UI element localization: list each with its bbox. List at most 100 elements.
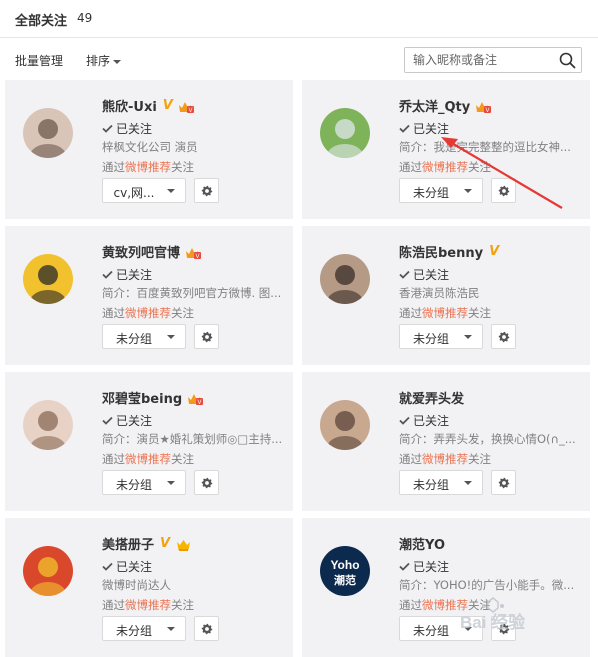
follow-source: 通过微博推荐关注 [102, 159, 194, 175]
user-name[interactable]: 潮范YO [399, 538, 445, 553]
vip-crown-icon[interactable]: V [185, 245, 202, 260]
user-name[interactable]: 乔太洋_Qty [399, 100, 470, 115]
settings-button[interactable] [194, 178, 219, 203]
follow-card: 邓碧莹being V 已关注 简介：演员★婚礼策划师◎□主持... 通过微博推荐关… [5, 372, 293, 511]
caret-down-icon [167, 481, 175, 485]
settings-button[interactable] [194, 324, 219, 349]
search-icon[interactable] [559, 52, 576, 69]
follow-status: 已关注 [102, 120, 152, 137]
follow-source: 通过微博推荐关注 [102, 305, 194, 321]
recommend-link[interactable]: 微博推荐 [125, 306, 171, 320]
follow-source: 通过微博推荐关注 [399, 305, 491, 321]
follow-source-prefix: 通过 [102, 452, 125, 466]
check-icon [102, 124, 113, 133]
follow-status: 已关注 [399, 120, 449, 137]
user-name[interactable]: 邓碧莹being [102, 392, 182, 407]
vip-crown-icon[interactable]: V [178, 99, 195, 114]
follow-source-prefix: 通过 [399, 160, 422, 174]
avatar[interactable] [23, 546, 73, 596]
avatar[interactable] [320, 400, 370, 450]
recommend-link[interactable]: 微博推荐 [422, 452, 468, 466]
group-select[interactable]: 未分组 [399, 470, 483, 495]
check-icon [102, 562, 113, 571]
user-name[interactable]: 就爱弄头发 [399, 392, 464, 407]
user-name[interactable]: 黄致列吧官博 [102, 246, 180, 261]
svg-text:V: V [196, 254, 200, 260]
vip-crown-icon[interactable]: V [475, 99, 492, 114]
name-row: 邓碧莹being V [102, 387, 204, 407]
recommend-link[interactable]: 微博推荐 [125, 598, 171, 612]
name-row: 黄致列吧官博 V [102, 241, 202, 261]
group-select[interactable]: 未分组 [102, 616, 186, 641]
verified-v-icon[interactable]: V [163, 98, 173, 113]
follow-count: 49 [77, 11, 93, 25]
sort-dropdown[interactable]: 排序 [86, 52, 122, 69]
avatar[interactable] [23, 108, 73, 158]
check-icon [399, 562, 410, 571]
follow-source-suffix: 关注 [468, 452, 491, 466]
group-select[interactable]: 未分组 [102, 470, 186, 495]
batch-manage-button[interactable]: 批量管理 [15, 52, 63, 69]
gear-icon [201, 331, 213, 343]
verified-v-icon[interactable]: V [489, 244, 499, 259]
avatar[interactable] [320, 108, 370, 158]
settings-button[interactable] [491, 470, 516, 495]
follow-source: 通过微博推荐关注 [399, 159, 491, 175]
user-name[interactable]: 熊欣-Uxi [102, 100, 157, 115]
gear-icon [201, 477, 213, 489]
follow-status-label: 已关注 [413, 268, 450, 282]
watermark: Bai 经验 [458, 596, 588, 636]
follow-status-label: 已关注 [413, 414, 450, 428]
svg-text:V: V [486, 108, 490, 114]
svg-text:Yoho: Yoho [330, 558, 359, 572]
group-select[interactable]: 未分组 [399, 178, 483, 203]
check-icon [102, 416, 113, 425]
svg-text:V: V [198, 400, 202, 406]
follow-status: 已关注 [399, 558, 449, 575]
page-title: 全部关注 [15, 14, 68, 29]
group-select[interactable]: 未分组 [102, 324, 186, 349]
follow-status-label: 已关注 [413, 122, 450, 136]
group-select-label: 未分组 [412, 332, 449, 346]
avatar[interactable] [23, 254, 73, 304]
group-select-label: 未分组 [115, 624, 152, 638]
sort-label: 排序 [86, 54, 111, 68]
vip-crown-icon[interactable]: V [187, 391, 204, 406]
gear-icon [498, 185, 510, 197]
recommend-link[interactable]: 微博推荐 [422, 160, 468, 174]
caret-down-icon [167, 627, 175, 631]
caret-down-icon [464, 335, 472, 339]
group-select[interactable]: cv,网... [102, 178, 186, 203]
verified-v-icon[interactable]: V [160, 536, 170, 551]
follow-status-label: 已关注 [116, 268, 153, 282]
follow-status-label: 已关注 [413, 560, 450, 574]
svg-text:V: V [188, 108, 192, 114]
settings-button[interactable] [491, 178, 516, 203]
follow-card: 陈浩民benny V 已关注 香港演员陈浩民 通过微博推荐关注 未分组 [302, 226, 590, 365]
settings-button[interactable] [194, 470, 219, 495]
vip-crown-icon[interactable] [175, 537, 192, 551]
follow-source-suffix: 关注 [171, 452, 194, 466]
settings-button[interactable] [491, 324, 516, 349]
follow-card: 熊欣-Uxi V V 已关注 梓枫文化公司 演员 通过微博推荐关注 cv,网... [5, 80, 293, 219]
group-select[interactable]: 未分组 [399, 324, 483, 349]
follow-source: 通过微博推荐关注 [102, 451, 194, 467]
user-name[interactable]: 美搭册子 [102, 538, 154, 553]
group-select-label: 未分组 [115, 478, 152, 492]
avatar[interactable] [320, 254, 370, 304]
follow-card: 乔太洋_Qty V 已关注 简介：我是完完整整的逗比女神... 通过微博推荐关注 … [302, 80, 590, 219]
name-row: 就爱弄头发 [399, 387, 464, 407]
group-select-label: 未分组 [115, 332, 152, 346]
recommend-link[interactable]: 微博推荐 [422, 306, 468, 320]
recommend-link[interactable]: 微博推荐 [125, 160, 171, 174]
gear-icon [498, 477, 510, 489]
search-input[interactable] [413, 51, 553, 69]
avatar[interactable]: Yoho 潮范 [320, 546, 370, 596]
recommend-link[interactable]: 微博推荐 [125, 452, 171, 466]
user-name[interactable]: 陈浩民benny [399, 246, 483, 261]
avatar[interactable] [23, 400, 73, 450]
user-description: 简介：百度黄致列吧官方微博. 图... [102, 286, 282, 300]
follow-card: 美搭册子 V 已关注 微博时尚达人 通过微博推荐关注 未分组 [5, 518, 293, 657]
settings-button[interactable] [194, 616, 219, 641]
follow-source-prefix: 通过 [399, 306, 422, 320]
